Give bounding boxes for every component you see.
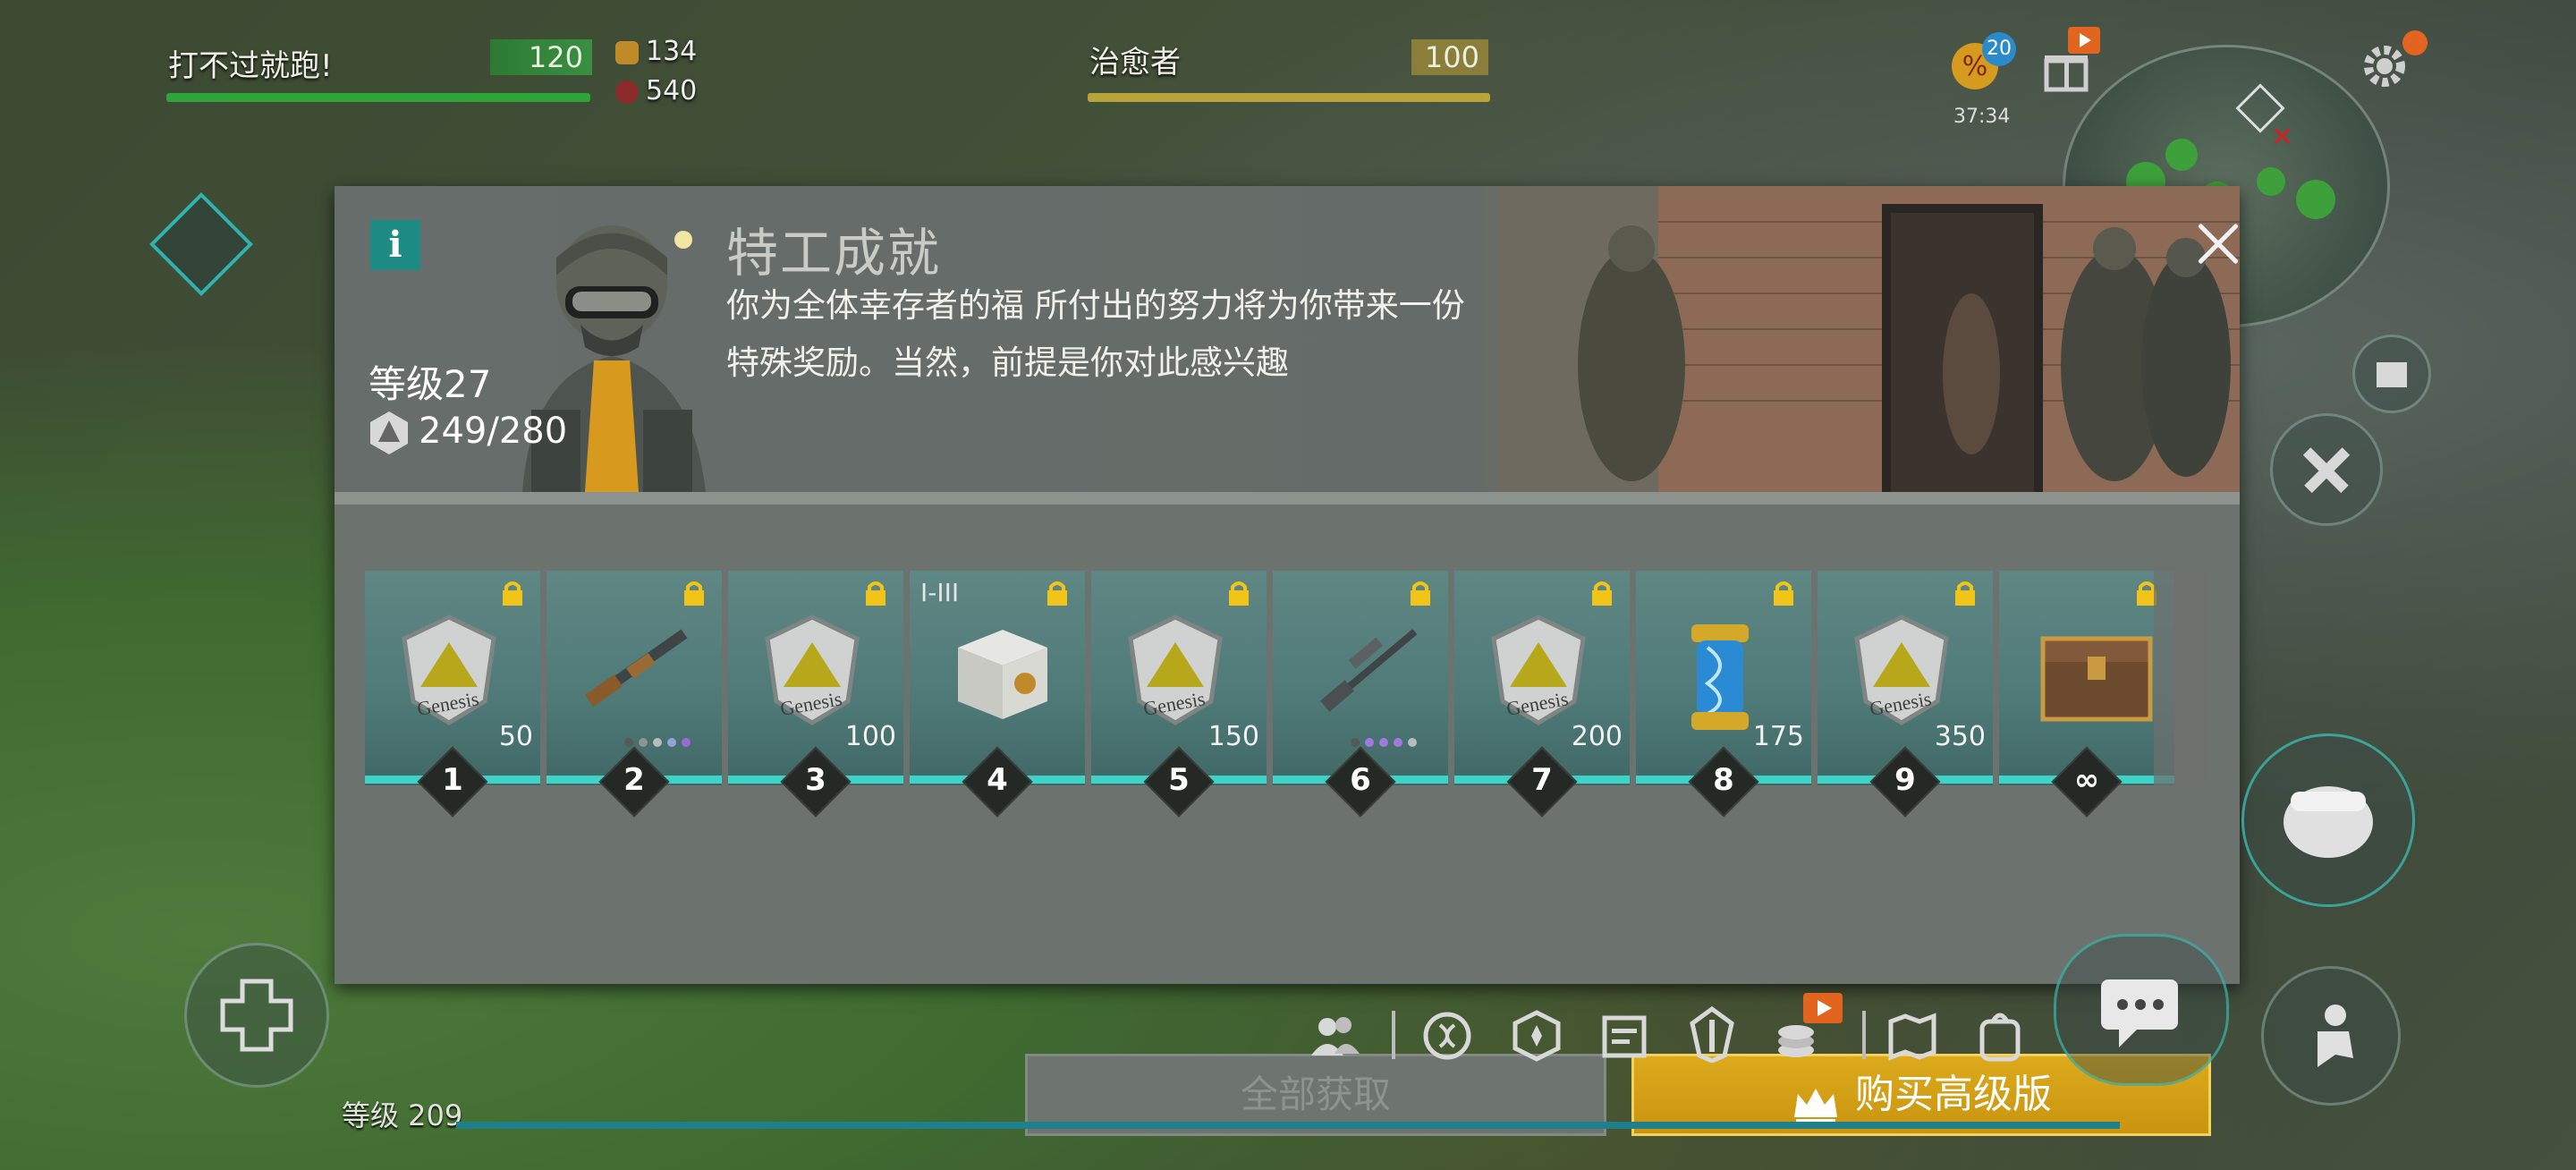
- lock-icon: [1953, 580, 1977, 606]
- svg-text:✕: ✕: [2271, 122, 2293, 153]
- skull-badge-icon: [615, 80, 639, 104]
- notification-dot: [2402, 30, 2428, 55]
- reward-amount: 150: [1208, 721, 1259, 752]
- quest-marker-icon[interactable]: [149, 192, 253, 296]
- reward-level: ∞: [2073, 762, 2100, 798]
- lock-icon: [1409, 580, 1432, 606]
- reward-level: 2: [623, 762, 645, 798]
- attack-fist-button[interactable]: [2241, 733, 2415, 907]
- reward-level: 9: [1894, 762, 1916, 798]
- treasure-chest-icon: [2029, 612, 2155, 737]
- reward-card[interactable]: Genesis 100 3: [728, 571, 903, 818]
- track-fade: [2154, 571, 2209, 785]
- friends-icon[interactable]: [1308, 1009, 1361, 1063]
- lock-icon: [501, 580, 524, 606]
- supply-box-icon: [940, 612, 1065, 737]
- backpack-icon[interactable]: [1973, 1007, 2027, 1062]
- info-button[interactable]: i: [370, 220, 420, 270]
- tasks-icon[interactable]: [1597, 1009, 1651, 1063]
- lock-icon: [682, 580, 706, 606]
- player-xp-fill: [456, 1122, 2120, 1129]
- map-icon[interactable]: [1885, 1009, 1939, 1063]
- shotgun-icon: [577, 612, 702, 737]
- reward-level: 5: [1168, 762, 1190, 798]
- ally-name: 治愈者: [1089, 45, 1181, 81]
- reward-card[interactable]: Genesis 350 9: [1818, 571, 1993, 818]
- reward-card[interactable]: I-III 4: [910, 571, 1085, 818]
- dna-capsule-icon: [1666, 612, 1792, 737]
- player-name: 打不过就跑!: [168, 48, 333, 84]
- lock-icon: [1590, 580, 1614, 606]
- chat-button[interactable]: [2054, 934, 2229, 1086]
- toolbar-divider: [1392, 1011, 1395, 1059]
- ally-health-value: 100: [1411, 39, 1488, 75]
- description-line-2: 特殊奖励。当然，前提是你对此感兴趣: [726, 343, 1289, 382]
- dialog-title: 特工成就: [726, 223, 942, 284]
- heal-button[interactable]: [184, 943, 329, 1088]
- lock-icon: [1227, 580, 1250, 606]
- lock-icon: [864, 580, 887, 606]
- reward-card[interactable]: 175 8: [1636, 571, 1811, 818]
- reward-level: 8: [1713, 762, 1734, 798]
- ally-health-bar: [1088, 93, 1490, 102]
- dialog-separator: [335, 492, 2240, 504]
- genesis-token-icon: Genesis: [395, 612, 521, 737]
- reward-amount: 100: [844, 721, 896, 752]
- agent-emblem-icon: [369, 410, 410, 456]
- agent-xp: 249/280: [369, 410, 567, 456]
- reward-track: Genesis 50 1 2 Genesis 100 3 I-III 4 Genesis 150 5 6…: [365, 571, 2209, 818]
- event-timer: 37:34: [1953, 106, 2011, 128]
- craft-button[interactable]: [2270, 413, 2383, 526]
- reward-amount: 50: [498, 721, 533, 752]
- buy-premium-label: 购买高级版: [1855, 1072, 2052, 1117]
- coins-video-ad-icon[interactable]: [1803, 993, 1843, 1023]
- reward-card[interactable]: Genesis 50 1: [365, 571, 540, 818]
- lock-icon: [1772, 580, 1795, 606]
- genesis-token-icon: Genesis: [1122, 612, 1247, 737]
- reward-level: 3: [805, 762, 826, 798]
- event-badge: 20: [1982, 32, 2016, 66]
- reward-level: 1: [442, 762, 463, 798]
- reward-amount: 350: [1934, 721, 1986, 752]
- sniper-rifle-icon: [1303, 612, 1428, 737]
- reward-amount: 175: [1752, 721, 1804, 752]
- agent-level: 等级27: [369, 362, 492, 406]
- sneak-button[interactable]: [2261, 966, 2401, 1106]
- agent-xp-value: 249/280: [419, 411, 568, 452]
- reward-card[interactable]: 2: [547, 571, 722, 818]
- description-line-1: 你为全体幸存者的福 所付出的努力将为你带来一份: [726, 286, 1465, 325]
- genesis-token-icon: Genesis: [1485, 612, 1610, 737]
- bullet-icon: [615, 40, 639, 64]
- reward-card[interactable]: Genesis 200 7: [1454, 571, 1630, 818]
- reward-amount: 200: [1571, 721, 1623, 752]
- clan-emblem-icon[interactable]: [1685, 1005, 1739, 1064]
- reward-level: 4: [987, 762, 1008, 798]
- reward-card[interactable]: Genesis 150 5: [1091, 571, 1267, 818]
- close-button[interactable]: [2186, 213, 2249, 276]
- agent-achievement-dialog: i 特工成就 你为全体幸存者的福 所付出的努力将为你带来一份 特殊奖励。当然，前…: [335, 186, 2240, 1136]
- genesis-token-icon: Genesis: [758, 612, 884, 737]
- reward-card[interactable]: ∞: [1999, 571, 2174, 818]
- crown-icon: [1791, 1073, 1841, 1124]
- player-health-bar: [166, 93, 590, 102]
- reward-level: 7: [1531, 762, 1553, 798]
- reward-tier: I-III: [920, 578, 960, 607]
- reward-card[interactable]: 6: [1273, 571, 1448, 818]
- storage-button[interactable]: [2352, 335, 2431, 413]
- lock-icon: [1046, 580, 1069, 606]
- badge-icon[interactable]: [1510, 1009, 1563, 1063]
- mutation-icon[interactable]: [1420, 1009, 1474, 1063]
- kill-counter: 540: [615, 75, 697, 106]
- dialog-description: 你为全体幸存者的福 所付出的努力将为你带来一份 特殊奖励。当然，前提是你对此感兴…: [726, 277, 1639, 392]
- ammo-counter: 134: [615, 36, 697, 67]
- player-level: 等级 209: [342, 1098, 463, 1132]
- player-health-value: 120: [490, 39, 592, 75]
- toolbar-divider-2: [1862, 1011, 1866, 1059]
- genesis-token-icon: Genesis: [1848, 612, 1973, 737]
- reward-level: 6: [1350, 762, 1371, 798]
